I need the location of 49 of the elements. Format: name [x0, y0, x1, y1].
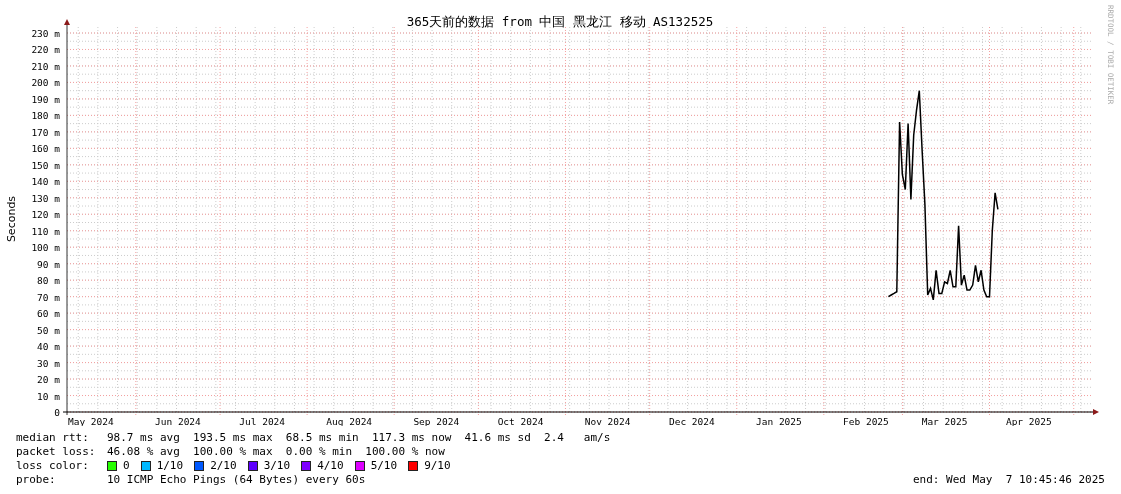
axis-label: 0: [54, 407, 60, 418]
legend-text: 3/10: [263, 459, 291, 473]
legend-text: 4/10: [317, 459, 344, 473]
axis-label: Jul 2024: [239, 416, 286, 426]
end-time: end: Wed May 7 10:45:46 2025: [912, 473, 1105, 487]
axis-label: Dec 2024: [668, 416, 715, 426]
axis-label: 210 m: [31, 60, 60, 72]
probe-text: 10 ICMP Echo Pings (64 Bytes) every 60s: [107, 473, 366, 487]
axis-label: Jan 2025: [756, 416, 802, 426]
axis-label: 100 m: [31, 242, 60, 254]
legend-text: 1/10: [156, 459, 184, 473]
legend-text: 9/10: [424, 459, 451, 473]
axis-label: 50 m: [37, 324, 60, 336]
stats-text: 98.7 ms avg 193.5 ms max 68.5 ms min 117.3 ms now 41.6 ms sd 2.4 am/s: [107, 431, 611, 445]
axis-label: 80 m: [37, 275, 60, 287]
axis-label: Nov 2024: [584, 416, 631, 426]
stats-text: 46.08 % avg 100.00 % max 0.00 % min 100.00 % now: [107, 445, 445, 459]
legend-label: packet loss:: [16, 445, 97, 459]
axis-label: 130 m: [31, 192, 60, 204]
axis-label: Mar 2025: [921, 416, 968, 426]
axis-label: 150 m: [31, 159, 60, 171]
axis-title: Seconds: [5, 195, 18, 243]
axis-label: Jun 2024: [155, 416, 201, 426]
legend-text: 5/10: [370, 459, 398, 473]
legend-label: loss color:: [16, 459, 90, 473]
chart-title: 365天前的数据 from 中国 黑龙江 移动 AS132525: [406, 14, 714, 29]
axis-label: 60 m: [37, 308, 60, 320]
axis-label: 170 m: [31, 126, 60, 138]
axis-label: Oct 2024: [497, 416, 544, 426]
axis-label: 110 m: [31, 225, 60, 237]
axis-label: 200 m: [31, 77, 60, 89]
axis-label: Feb 2025: [843, 416, 889, 426]
axis-label: 140 m: [31, 176, 60, 188]
axis-label: 160 m: [31, 143, 60, 155]
axis-label: 220 m: [31, 44, 60, 56]
axis-label: 40 m: [37, 341, 60, 353]
axis-label: 230 m: [31, 28, 60, 39]
axis-label: 30 m: [37, 357, 60, 369]
axis-label: 10 m: [37, 390, 60, 402]
axis-label: 90 m: [37, 258, 60, 270]
axis-label: 70 m: [37, 291, 60, 303]
legend-text: 0: [123, 459, 130, 473]
axis-label: 20 m: [37, 374, 60, 386]
legend-text: 2/10: [210, 459, 237, 473]
legend-label: probe:: [16, 473, 57, 487]
axis-label: 190 m: [31, 93, 60, 105]
legend-label: median rtt:: [16, 431, 90, 445]
axis-label: 120 m: [31, 209, 60, 221]
axis-label: 180 m: [31, 110, 60, 122]
